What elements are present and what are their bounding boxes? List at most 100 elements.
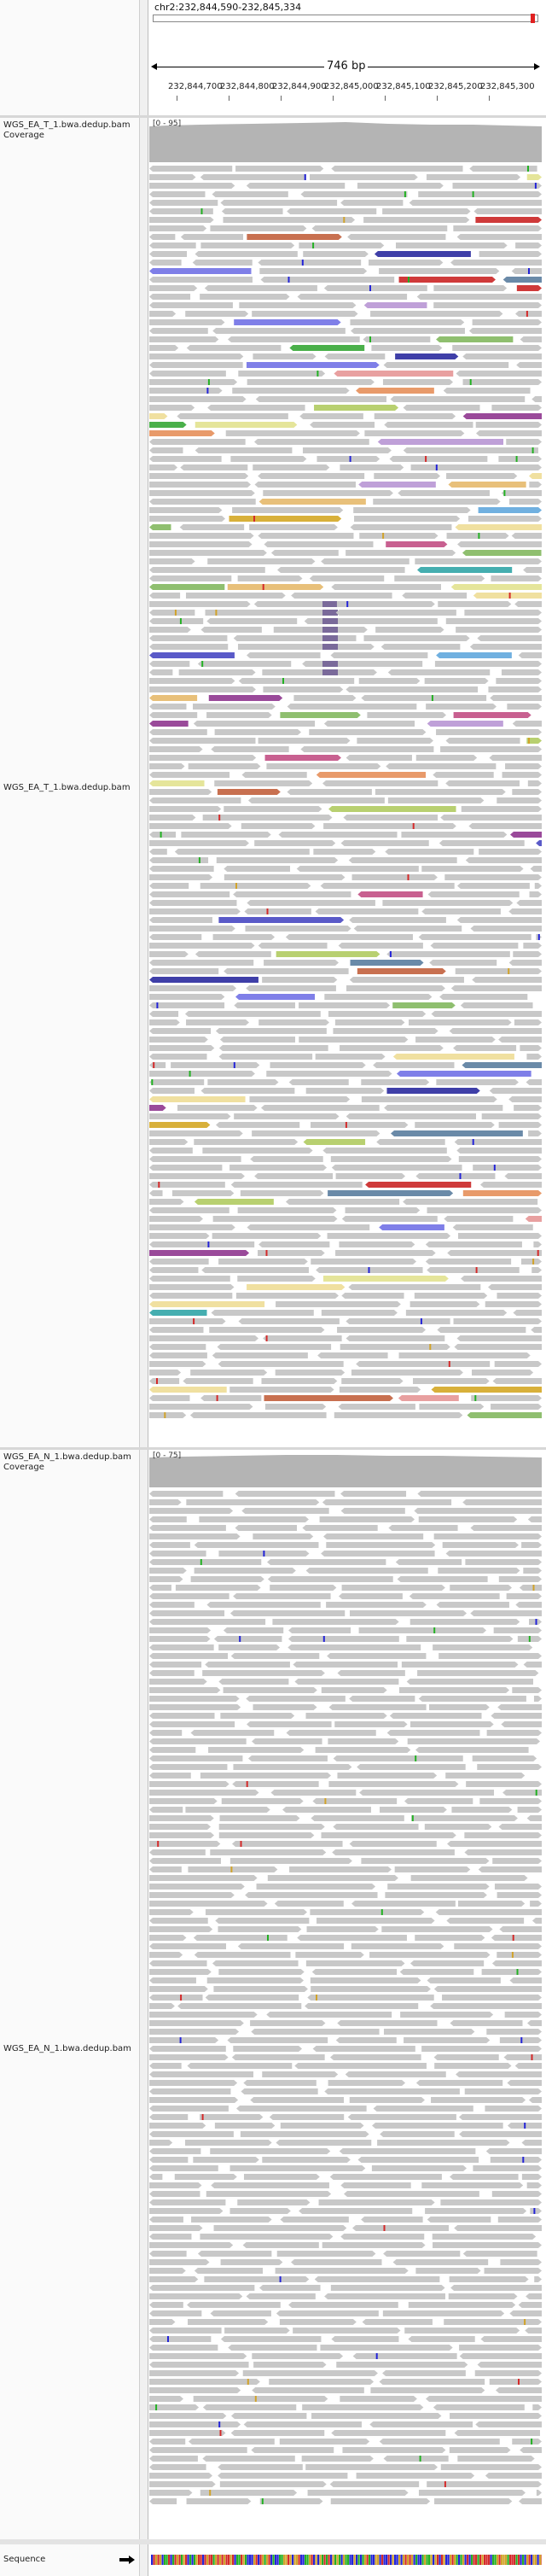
aligned-read[interactable] <box>149 1559 262 1565</box>
aligned-read[interactable] <box>379 268 500 274</box>
aligned-read[interactable] <box>149 379 238 385</box>
aligned-read[interactable] <box>421 2182 524 2188</box>
aligned-read[interactable] <box>297 294 408 300</box>
aligned-read[interactable] <box>341 1378 404 1384</box>
aligned-read[interactable] <box>254 482 356 488</box>
aligned-read[interactable] <box>457 1901 526 1907</box>
aligned-read[interactable] <box>258 2285 321 2291</box>
aligned-read[interactable] <box>149 866 214 872</box>
aligned-read[interactable] <box>345 2071 446 2077</box>
aligned-read[interactable] <box>418 1516 518 1522</box>
aligned-read[interactable] <box>531 1918 542 1924</box>
aligned-read[interactable] <box>149 2165 218 2171</box>
aligned-read[interactable] <box>386 1730 480 1736</box>
aligned-read[interactable] <box>149 294 191 300</box>
aligned-read[interactable] <box>233 1593 331 1599</box>
aligned-read[interactable] <box>149 2362 249 2368</box>
aligned-read[interactable] <box>149 874 213 880</box>
aligned-read[interactable] <box>323 1533 424 1539</box>
tumor-alignment-view[interactable] <box>149 162 542 1447</box>
aligned-read[interactable] <box>485 2148 542 2154</box>
aligned-read[interactable] <box>270 1585 337 1591</box>
aligned-read[interactable] <box>263 1335 342 1341</box>
aligned-read[interactable] <box>498 1037 542 1043</box>
sequence-track[interactable] <box>149 2544 542 2576</box>
aligned-read[interactable] <box>149 217 214 223</box>
aligned-read[interactable] <box>519 2498 542 2504</box>
aligned-read[interactable] <box>210 1849 327 1855</box>
aligned-read[interactable] <box>237 575 303 581</box>
aligned-read[interactable] <box>314 2276 440 2282</box>
aligned-read[interactable] <box>149 1028 212 1034</box>
aligned-read[interactable] <box>200 294 290 300</box>
aligned-read[interactable] <box>530 2208 542 2214</box>
aligned-read[interactable] <box>174 2174 237 2180</box>
aligned-read[interactable] <box>149 2251 187 2257</box>
aligned-read[interactable] <box>197 2251 272 2257</box>
tumor-coverage-name-panel[interactable]: WGS_EA_T_1.bwa.dedup.bam Coverage <box>0 118 140 162</box>
aligned-read[interactable] <box>498 1576 542 1582</box>
aligned-read[interactable] <box>361 1858 490 1864</box>
aligned-read[interactable] <box>149 2259 210 2265</box>
aligned-read[interactable] <box>497 1952 542 1958</box>
aligned-read[interactable] <box>149 396 247 402</box>
aligned-read[interactable] <box>516 900 542 906</box>
aligned-read[interactable] <box>445 738 520 744</box>
aligned-read[interactable] <box>297 1935 407 1941</box>
aligned-read[interactable] <box>149 473 249 479</box>
aligned-read[interactable] <box>294 2063 427 2069</box>
aligned-read[interactable] <box>363 217 470 223</box>
aligned-read[interactable] <box>192 260 253 266</box>
aligned-read[interactable] <box>324 994 433 1000</box>
aligned-read[interactable] <box>149 1096 246 1102</box>
aligned-read[interactable] <box>149 1361 206 1367</box>
aligned-read[interactable] <box>528 1619 542 1625</box>
aligned-read[interactable] <box>276 2310 379 2316</box>
aligned-read[interactable] <box>456 2071 542 2077</box>
aligned-read[interactable] <box>351 1370 463 1376</box>
aligned-read[interactable] <box>399 1969 474 1975</box>
aligned-read[interactable] <box>149 1738 247 1744</box>
aligned-read[interactable] <box>275 2268 409 2274</box>
aligned-read[interactable] <box>149 823 232 829</box>
aligned-read[interactable] <box>462 2251 537 2257</box>
aligned-read[interactable] <box>264 755 341 761</box>
aligned-read[interactable] <box>149 1370 182 1376</box>
aligned-read[interactable] <box>377 439 504 445</box>
aligned-read[interactable] <box>444 874 542 880</box>
aligned-read[interactable] <box>149 926 235 932</box>
aligned-read[interactable] <box>339 1241 415 1247</box>
aligned-read[interactable] <box>408 1019 512 1025</box>
aligned-read[interactable] <box>488 1284 542 1290</box>
aligned-read[interactable] <box>207 558 316 564</box>
aligned-read[interactable] <box>149 1909 194 1915</box>
aligned-read[interactable] <box>410 1875 528 1881</box>
aligned-read[interactable] <box>149 1977 196 1983</box>
aligned-read[interactable] <box>149 2353 247 2359</box>
aligned-read[interactable] <box>328 1738 399 1744</box>
aligned-read[interactable] <box>333 1824 419 1830</box>
aligned-read[interactable] <box>346 985 445 991</box>
aligned-read[interactable] <box>494 1361 542 1367</box>
aligned-read[interactable] <box>398 1352 531 1358</box>
aligned-read[interactable] <box>149 695 198 701</box>
aligned-read[interactable] <box>329 2481 420 2487</box>
aligned-read[interactable] <box>149 1105 166 1111</box>
aligned-read[interactable] <box>406 1636 514 1642</box>
aligned-read[interactable] <box>475 422 542 428</box>
aligned-read[interactable] <box>149 422 187 428</box>
aligned-read[interactable] <box>457 2456 535 2462</box>
aligned-read[interactable] <box>194 1568 296 1574</box>
aligned-read[interactable] <box>328 1011 427 1017</box>
aligned-read[interactable] <box>450 584 542 590</box>
aligned-read[interactable] <box>231 2054 325 2060</box>
aligned-read[interactable] <box>391 1130 523 1136</box>
aligned-read[interactable] <box>488 686 542 692</box>
aligned-read[interactable] <box>513 1310 542 1316</box>
aligned-read[interactable] <box>149 669 173 675</box>
aligned-read[interactable] <box>395 1559 462 1565</box>
aligned-read[interactable] <box>379 2439 500 2445</box>
aligned-read[interactable] <box>369 2421 473 2427</box>
aligned-read[interactable] <box>227 2037 328 2043</box>
aligned-read[interactable] <box>352 2353 457 2359</box>
